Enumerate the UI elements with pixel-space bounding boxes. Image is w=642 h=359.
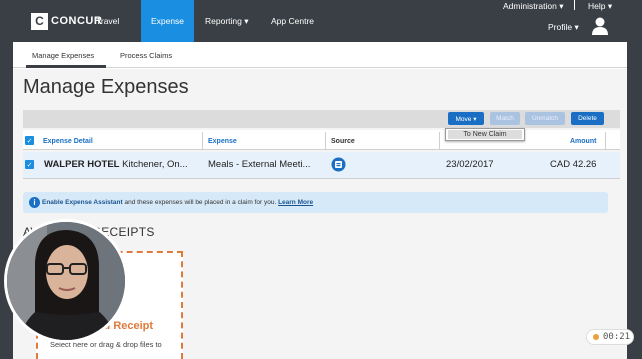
recording-timer: 00:21 xyxy=(586,329,634,345)
concur-logo-mark: C xyxy=(31,12,48,30)
nav-travel[interactable]: Travel xyxy=(96,0,119,42)
subnav-manage-expenses[interactable]: Manage Expenses xyxy=(32,51,94,60)
amount-cell: CAD 42.26 xyxy=(550,159,597,170)
expense-detail-cell[interactable]: WALPER HOTEL Kitchener, On... xyxy=(44,159,188,170)
page-title: Manage Expenses xyxy=(23,76,189,98)
column-header-source: Source xyxy=(331,138,355,145)
merchant-location: Kitchener, On... xyxy=(119,159,188,170)
profile-menu[interactable]: Profile ▾ xyxy=(548,22,579,33)
banner-strong-text: Enable Expense Assistant xyxy=(42,199,123,206)
column-divider xyxy=(325,132,326,149)
column-divider xyxy=(439,132,440,149)
webcam-overlay xyxy=(4,219,128,343)
learn-more-link[interactable]: Learn More xyxy=(278,199,313,206)
column-divider xyxy=(202,132,203,149)
recording-dot-icon xyxy=(593,334,599,340)
column-header-expense-detail[interactable]: Expense Detail xyxy=(43,138,93,145)
subnav-process-claims[interactable]: Process Claims xyxy=(120,51,172,60)
help-menu[interactable]: Help ▾ xyxy=(588,1,612,12)
delete-button[interactable]: Delete xyxy=(571,112,604,125)
banner-body-text: and these expenses will be placed in a c… xyxy=(122,199,279,206)
timer-value: 00:21 xyxy=(603,332,631,342)
concur-logo-text: CONCUR xyxy=(51,15,103,27)
move-button[interactable]: Move ▾ xyxy=(448,112,484,125)
column-divider xyxy=(605,132,606,149)
administration-menu[interactable]: Administration ▾ xyxy=(503,1,563,12)
nav-reporting[interactable]: Reporting ▾ xyxy=(205,0,248,42)
user-avatar-icon[interactable] xyxy=(592,17,608,35)
card-source-icon xyxy=(331,157,346,172)
banner-message: Enable Expense Assistant and these expen… xyxy=(42,199,313,206)
move-dropdown-menu: To New Claim xyxy=(445,128,525,141)
select-all-checkbox[interactable]: ✓ xyxy=(25,136,34,145)
transaction-date-cell: 23/02/2017 xyxy=(446,159,494,170)
concur-logo[interactable]: C CONCUR xyxy=(31,11,102,31)
merchant-name: WALPER HOTEL xyxy=(44,159,120,170)
column-header-amount[interactable]: Amount xyxy=(570,138,596,145)
row-checkbox[interactable]: ✓ xyxy=(25,160,34,169)
active-tab-indicator xyxy=(26,65,106,68)
menu-item-to-new-claim[interactable]: To New Claim xyxy=(448,130,522,139)
match-button[interactable]: Match xyxy=(490,112,520,125)
nav-expense[interactable]: Expense xyxy=(141,0,194,42)
nav-app-centre[interactable]: App Centre xyxy=(271,0,314,42)
column-header-expense[interactable]: Expense xyxy=(208,138,237,145)
header-divider xyxy=(574,0,575,10)
info-icon: i xyxy=(29,197,40,208)
unmatch-button[interactable]: Unmatch xyxy=(525,112,565,125)
table-header-row xyxy=(23,130,620,150)
expense-type-cell: Meals - External Meeti... xyxy=(208,159,311,170)
